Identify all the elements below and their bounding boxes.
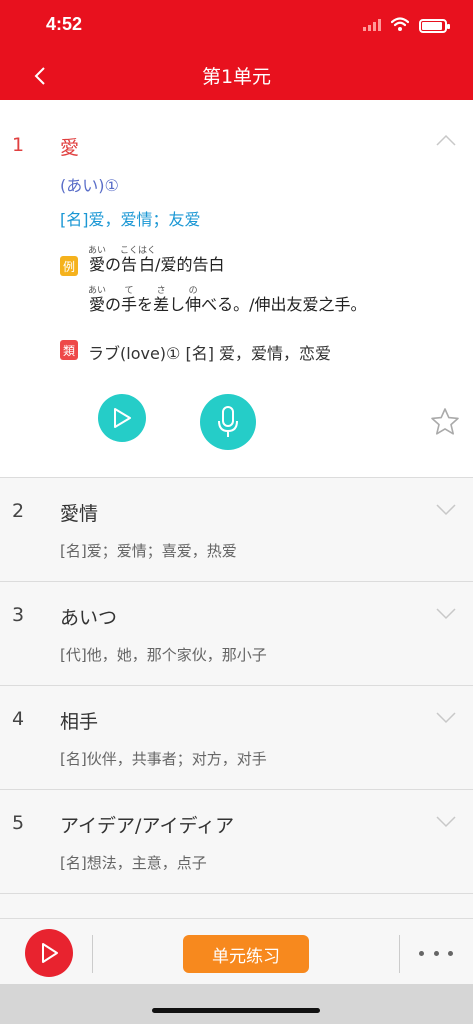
word-item[interactable]: 3 あいつ [代]他，她，那个家伙，那小子 <box>0 582 473 686</box>
play-icon <box>114 408 131 428</box>
page-title: 第1单元 <box>201 66 272 88</box>
bottom-toolbar: 单元练习 <box>0 918 473 984</box>
word-item[interactable]: 5 アイデア/アイディア [名]想法，主意，点子 <box>0 790 473 894</box>
word-item[interactable]: 2 愛情 [名]爱；爱情；喜爱，热爱 <box>0 478 473 582</box>
unit-practice-button[interactable]: 单元练习 <box>183 935 309 973</box>
item-number: 4 <box>12 708 25 730</box>
chevron-down-icon[interactable] <box>436 712 456 724</box>
status-icons <box>363 16 450 35</box>
similar-word: ラブ(love)① [名] 爱，爱情，恋爱 <box>88 344 332 363</box>
divider <box>399 935 400 973</box>
item-number: 2 <box>12 500 25 522</box>
play-audio-button[interactable] <box>98 394 146 442</box>
microphone-icon <box>218 406 238 437</box>
chevron-down-icon[interactable] <box>436 608 456 620</box>
wifi-icon <box>390 16 410 35</box>
nav-header: 4:52 第1单元 <box>0 0 473 100</box>
item-meaning: [名]想法，主意，点子 <box>60 854 207 872</box>
chevron-up-icon[interactable] <box>436 134 456 146</box>
item-meaning: [名]伙伴，共事者；对方，对手 <box>60 750 267 768</box>
record-button[interactable] <box>200 394 256 450</box>
similar-word-tag: 類 <box>60 340 78 360</box>
word-item-partial[interactable] <box>0 894 473 918</box>
home-area <box>0 984 473 1024</box>
example-tag: 例 <box>60 256 78 276</box>
play-all-button[interactable] <box>25 929 73 977</box>
play-icon <box>42 943 58 963</box>
item-word: アイデア/アイディア <box>60 815 235 837</box>
chevron-down-icon[interactable] <box>436 816 456 828</box>
chevron-down-icon[interactable] <box>436 504 456 516</box>
example-sentence-2: 愛あいの手てを差さし伸のべる。/伸出友爱之手。 <box>88 286 367 314</box>
more-button[interactable] <box>419 943 453 963</box>
item-meaning: [代]他，她，那个家伙，那小子 <box>60 646 267 664</box>
item-word: 愛 <box>60 137 80 159</box>
word-definition: [名]爱，爱情；友爱 <box>60 210 201 229</box>
star-icon[interactable] <box>429 406 461 438</box>
divider <box>92 935 93 973</box>
item-number: 5 <box>12 812 25 834</box>
item-word: 愛情 <box>60 503 99 525</box>
status-bar: 4:52 <box>0 0 473 52</box>
word-reading: (あい)① <box>60 176 119 195</box>
word-item-expanded[interactable]: 1 愛 (あい)① [名]爱，爱情；友爱 例 愛あいの告白こくはく/爱的告白 愛… <box>0 100 473 478</box>
home-indicator[interactable] <box>152 1008 320 1013</box>
status-time: 4:52 <box>46 14 83 34</box>
battery-icon <box>419 18 450 33</box>
item-number: 1 <box>12 134 25 156</box>
word-item[interactable]: 4 相手 [名]伙伴，共事者；对方，对手 <box>0 686 473 790</box>
item-number: 3 <box>12 604 25 626</box>
item-word: あいつ <box>60 607 118 629</box>
more-icon <box>419 950 424 956</box>
item-meaning: [名]爱；爱情；喜爱，热爱 <box>60 542 237 560</box>
example-sentence-1: 愛あいの告白こくはく/爱的告白 <box>88 246 225 274</box>
word-list[interactable]: 1 愛 (あい)① [名]爱，爱情；友爱 例 愛あいの告白こくはく/爱的告白 愛… <box>0 100 473 918</box>
signal-icon <box>363 16 381 35</box>
item-word: 相手 <box>60 711 99 733</box>
